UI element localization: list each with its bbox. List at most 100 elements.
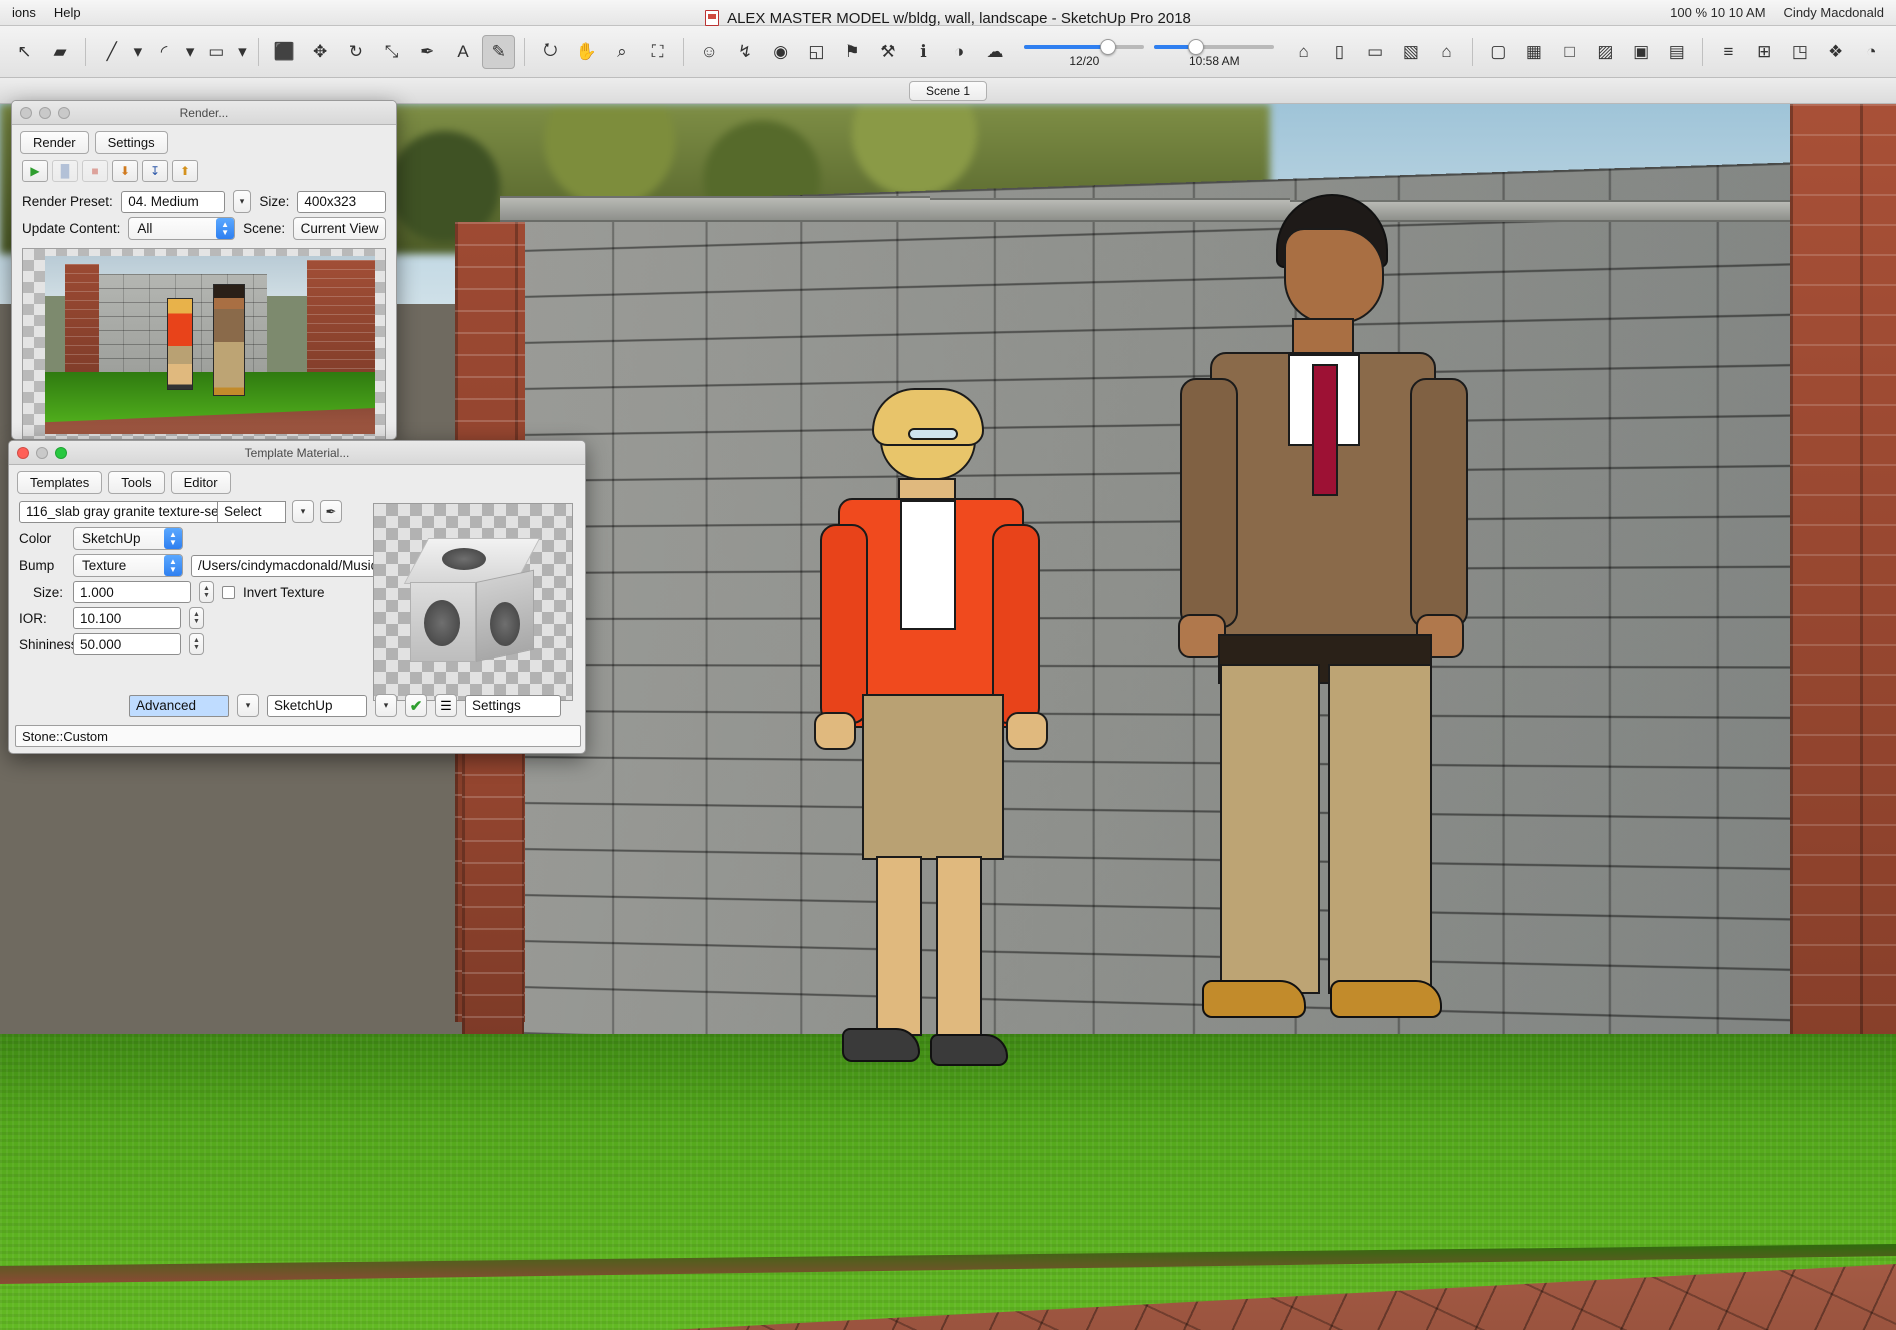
ior-stepper[interactable]: ▲ ▼ [189,607,204,629]
shadow-time-slider[interactable]: 10:58 AM [1154,38,1275,68]
shininess-stepper[interactable]: ▲ ▼ [189,633,204,655]
render-toolbar[interactable]: ▶ ▐▌ ■ ⬇ ↧ ⬆ [12,158,396,188]
maximize-button[interactable] [58,106,70,119]
render-mode-chevron-down-icon[interactable]: ▾ [237,694,259,717]
save-image-button[interactable]: ⬇ [112,160,138,182]
material-bottom-controls[interactable]: Advanced ▾ SketchUp ▾ ✔ ☰ Settings [119,692,571,719]
tab-render[interactable]: Render [20,131,89,154]
photo-texture-tool[interactable]: ⚒ [871,35,904,69]
open-image-button[interactable]: ⬆ [172,160,198,182]
render-size-field[interactable]: 400x323 [297,190,386,213]
scenes-button[interactable]: ◳ [1784,35,1817,69]
render-preset-field[interactable]: 04. Medium [121,190,225,213]
select-tool[interactable]: ↖ [8,35,41,69]
minimize-button[interactable] [39,106,51,119]
top-view-button[interactable]: ▭ [1359,35,1392,69]
shadow-sliders[interactable]: 12/20 10:58 AM [1024,38,1275,68]
zoom-extents-tool[interactable]: ⛶ [641,35,674,69]
render-pause-button[interactable]: ▐▌ [52,160,78,182]
render-start-button[interactable]: ▶ [22,160,48,182]
style-wireframe-button[interactable]: ▦ [1518,35,1551,69]
current-view-button[interactable]: Current View [293,217,386,240]
material-settings-button[interactable]: Settings [465,694,561,717]
tab-tools[interactable]: Tools [108,471,165,494]
template-material-tabs[interactable]: Templates Tools Editor [9,465,585,498]
ior-field[interactable]: 10.100 [73,607,181,629]
render-stop-button[interactable]: ■ [82,160,108,182]
list-icon[interactable]: ☰ [435,694,457,717]
pan-tool[interactable]: ✋ [570,35,603,69]
render-mode-field[interactable]: Advanced [129,694,229,717]
add-location-tool[interactable]: ⚑ [836,35,869,69]
slider-knob[interactable] [1188,38,1205,55]
materials-button[interactable]: ◔ [1855,35,1888,69]
main-toolbar[interactable]: ↖ ▰ ╱ ▾ ◜ ▾ ▭ ▾ ⬛ ✥ ↻ ⤡ ✒ A ✎ ⭮ ✋ ⌕ ⛶ ☺ … [0,26,1896,78]
back-view-button[interactable]: ⌂ [1430,35,1463,69]
walk-tool[interactable]: ↯ [729,35,762,69]
update-content-row[interactable]: Update Content: All ▲ ▼ Scene: Current Vi… [12,215,396,242]
bump-type-popup[interactable]: Texture ▲ ▼ [73,554,183,577]
render-window[interactable]: Render... Render Settings ▶ ▐▌ ■ ⬇ ↧ ⬆ R… [11,100,397,440]
minimize-button[interactable] [36,446,48,459]
look-around-tool[interactable]: ◉ [764,35,797,69]
arc-dropdown-icon[interactable]: ▾ [183,35,197,69]
layers-button[interactable]: ≡ [1712,35,1745,69]
tab-templates[interactable]: Templates [17,471,103,494]
texture-size-stepper[interactable]: ▲ ▼ [199,581,214,603]
slider-knob[interactable] [1100,38,1117,55]
outliner-button[interactable]: ⊞ [1748,35,1781,69]
front-view-button[interactable]: ▯ [1323,35,1356,69]
template-material-titlebar[interactable]: Template Material... [9,441,585,465]
shadows-tool[interactable]: ◑ [943,35,976,69]
render-preset-chevron-down-icon[interactable]: ▾ [232,190,252,213]
template-material-window[interactable]: Template Material... Templates Tools Edi… [8,440,586,754]
style-monochrome-button[interactable]: ▤ [1660,35,1693,69]
pushpull-tool[interactable]: ⬛ [268,35,301,69]
position-camera-tool[interactable]: ☺ [693,35,726,69]
style-shaded-button[interactable]: ▨ [1589,35,1622,69]
render-preset-row[interactable]: Render Preset: 04. Medium ▾ Size: 400x32… [12,188,396,215]
section-plane-tool[interactable]: ◱ [800,35,833,69]
tab-settings[interactable]: Settings [94,131,168,154]
menu-user-name[interactable]: Cindy Macdonald [1784,5,1884,20]
tab-editor[interactable]: Editor [170,471,231,494]
eyedropper-icon[interactable]: ✒ [320,500,342,523]
components-button[interactable]: ❖ [1819,35,1852,69]
move-tool[interactable]: ✥ [304,35,337,69]
rectangle-tool[interactable]: ▭ [200,35,233,69]
shininess-field[interactable]: 50.000 [73,633,181,655]
scale-tool[interactable]: ⤡ [375,35,408,69]
menu-bar[interactable]: ions Help 100 % 10 10 AM Cindy Macdonald [0,0,1896,26]
style-texture-button[interactable]: ▣ [1625,35,1658,69]
stepper-arrows-icon[interactable]: ▲ ▼ [164,555,182,576]
menu-item-extensions[interactable]: ions [12,5,36,20]
checkmark-icon[interactable]: ✔ [405,694,427,717]
fog-tool[interactable]: ☁ [979,35,1012,69]
right-view-button[interactable]: ▧ [1394,35,1427,69]
window-controls[interactable] [17,446,67,459]
rectangle-dropdown-icon[interactable]: ▾ [236,35,250,69]
iso-view-button[interactable]: ⌂ [1287,35,1320,69]
bump-texture-path-field[interactable]: /Users/cindymacdonald/Music/iTunes/iT [191,554,396,577]
close-button[interactable] [20,106,32,119]
material-name-field[interactable]: 116_slab gray granite texture-seamless [19,500,218,523]
close-button[interactable] [17,446,29,459]
window-controls[interactable] [20,106,70,119]
line-dropdown-icon[interactable]: ▾ [131,35,145,69]
render-preview-image[interactable] [22,248,386,439]
paint-bucket-tool[interactable]: ✎ [482,34,516,69]
arc-tool[interactable]: ◜ [148,35,181,69]
color-source-popup[interactable]: SketchUp ▲ ▼ [73,527,183,550]
stepper-arrows-icon[interactable]: ▲ ▼ [216,218,235,239]
style-hiddenline-button[interactable]: □ [1553,35,1586,69]
rotate-tool[interactable]: ↻ [339,35,372,69]
tape-measure-tool[interactable]: ✒ [411,35,444,69]
material-preview-thumbnail[interactable] [373,503,573,701]
style-xray-button[interactable]: ▢ [1482,35,1515,69]
menu-item-help[interactable]: Help [54,5,81,20]
zoom-tool[interactable]: ⌕ [605,35,638,69]
material-engine-field[interactable]: SketchUp [267,694,367,717]
shadow-date-slider[interactable]: 12/20 [1024,38,1145,68]
text-tool[interactable]: A [447,35,480,69]
line-tool[interactable]: ╱ [95,35,128,69]
